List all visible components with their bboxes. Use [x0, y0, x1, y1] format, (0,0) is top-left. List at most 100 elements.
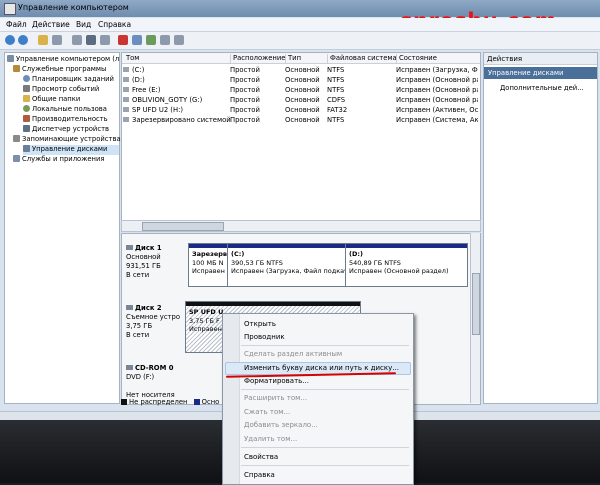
cdrom-icon: [126, 365, 133, 370]
col-type[interactable]: Тип: [285, 54, 301, 63]
scroll-thumb[interactable]: [142, 222, 224, 231]
delete-icon[interactable]: [118, 35, 128, 45]
tree-disk-management[interactable]: Управление дисками: [23, 145, 119, 155]
context-menu: Открыть Проводник Сделать раздел активны…: [222, 313, 414, 485]
menu-shrink-volume: Сжать том...: [244, 408, 291, 416]
volume-row[interactable]: OBLIVION_GOTY (G:) Простой Основной CDFS Исп…: [122, 95, 480, 105]
volume-cell: (D:): [132, 76, 145, 84]
col-layout[interactable]: Расположение: [230, 54, 285, 63]
scroll-thumb[interactable]: [472, 273, 480, 335]
tree-services-apps[interactable]: Службы и приложения: [13, 155, 127, 165]
menu-help[interactable]: Справка: [98, 20, 131, 29]
legend: Не распределен Осно: [121, 398, 231, 408]
menu-open[interactable]: Открыть: [244, 320, 276, 328]
actions-header: Действия: [484, 53, 597, 65]
col-filesystem[interactable]: Файловая система: [327, 54, 397, 63]
partition-reserved[interactable]: Зарезерв 100 МБ N Исправен: [188, 243, 228, 287]
tree-performance[interactable]: Производительность: [23, 115, 137, 125]
volume-cell: Исправен (Основной раздел: [396, 76, 478, 84]
volume-cell: SP UFD U2 (H:): [132, 106, 184, 114]
volume-hscrollbar[interactable]: [121, 220, 481, 232]
menu-format[interactable]: Форматировать...: [244, 377, 309, 385]
tree-root[interactable]: Управление компьютером (л: [7, 55, 121, 65]
console-tree-icon[interactable]: [52, 35, 62, 45]
tree-device-manager[interactable]: Диспетчер устройств: [23, 125, 137, 135]
tree-system-tools[interactable]: Служебные программы: [13, 65, 127, 75]
partition-d[interactable]: (D:) 540,89 ГБ NTFS Исправен (Основной раз…: [345, 243, 468, 287]
volume-cell: Исправен (Основной раздел: [396, 86, 478, 94]
tree-event-viewer[interactable]: Просмотр событий: [23, 85, 137, 95]
new-icon[interactable]: [132, 35, 142, 45]
tree-shared-folders[interactable]: Общие папки: [23, 95, 137, 105]
menu-change-drive-letter[interactable]: Изменить букву диска или путь к диску...: [244, 364, 399, 372]
volume-cell: NTFS: [327, 66, 345, 74]
volume-row[interactable]: Зарезервировано системой Простой Основной N…: [122, 115, 480, 125]
volume-row[interactable]: Free (E:) Простой Основной NTFS Исправен (Ос…: [122, 85, 480, 95]
col-status[interactable]: Состояние: [396, 54, 437, 63]
menu-action[interactable]: Действие: [32, 20, 70, 29]
toolbar: [0, 32, 600, 50]
partition-c[interactable]: (C:) 390,53 ГБ NTFS Исправен (Загрузка, Фа…: [227, 243, 346, 287]
volume-cell: Основной: [285, 76, 320, 84]
actions-section-disk-management[interactable]: Управление дисками: [484, 67, 597, 79]
volume-icon: [123, 117, 129, 122]
view-icon[interactable]: [100, 35, 110, 45]
volume-cell: Основной: [285, 86, 320, 94]
properties-icon[interactable]: [72, 35, 82, 45]
disk-1-label[interactable]: Диск 1 Основной 931,51 ГБ В сети: [126, 244, 162, 280]
volume-cell: (C:): [132, 66, 145, 74]
legend-unallocated-swatch: [121, 399, 127, 405]
volume-icon: [123, 107, 129, 112]
folder-icon: [23, 95, 30, 102]
volume-cell: Простой: [230, 76, 260, 84]
volume-row[interactable]: (C:) Простой Основной NTFS Исправен (Загрузк…: [122, 65, 480, 75]
menu-properties[interactable]: Свойства: [244, 453, 278, 461]
tools-icon: [13, 65, 20, 72]
volume-cell: NTFS: [327, 116, 345, 124]
more-actions-link[interactable]: Дополнительные дей...: [500, 84, 584, 92]
col-volume[interactable]: Том: [124, 54, 139, 63]
volume-cell: Основной: [285, 116, 320, 124]
menu-separator: [241, 465, 409, 466]
volume-cell: Простой: [230, 116, 260, 124]
menu-explorer[interactable]: Проводник: [244, 333, 285, 341]
menu-separator: [241, 447, 409, 448]
volume-cell: Исправен (Активен, Основн: [396, 106, 478, 114]
legend-primary-swatch: [193, 399, 200, 405]
volume-cell: Простой: [230, 106, 260, 114]
menu-file[interactable]: Файл: [6, 20, 27, 29]
volume-cell: Простой: [230, 96, 260, 104]
volume-list: Том Расположение Тип Файловая система Со…: [121, 52, 481, 222]
volume-cell: Основной: [285, 96, 320, 104]
settings-icon[interactable]: [174, 35, 184, 45]
tree-task-scheduler[interactable]: Планировщик заданий: [23, 75, 137, 85]
volume-icon: [123, 77, 129, 82]
tree-local-users[interactable]: Локальные пользова: [23, 105, 137, 115]
device-icon: [23, 125, 30, 132]
check-icon[interactable]: [146, 35, 156, 45]
menu-separator: [241, 345, 409, 346]
menu-view[interactable]: Вид: [76, 20, 91, 29]
volume-row[interactable]: (D:) Простой Основной NTFS Исправен (Основно…: [122, 75, 480, 85]
cdrom-label[interactable]: CD-ROM 0 DVD (F:) Нет носителя: [126, 364, 175, 400]
volume-cell: CDFS: [327, 96, 346, 104]
tree-storage[interactable]: Запоминающие устройства: [13, 135, 127, 145]
volume-icon: [123, 97, 129, 102]
up-folder-icon[interactable]: [38, 35, 48, 45]
volume-cell: Зарезервировано системой: [132, 116, 231, 124]
volume-row[interactable]: SP UFD U2 (H:) Простой Основной FAT32 Исправ…: [122, 105, 480, 115]
back-icon[interactable]: [5, 35, 15, 45]
volume-cell: Основной: [285, 66, 320, 74]
menu-add-mirror: Добавить зеркало...: [244, 421, 318, 429]
menu-mark-active: Сделать раздел активным: [244, 350, 343, 358]
forward-icon[interactable]: [18, 35, 28, 45]
disk-2-label[interactable]: Диск 2 Съемное устро 3,75 ГБ В сети: [126, 304, 180, 340]
removable-disk-icon: [126, 305, 133, 310]
help-icon[interactable]: [86, 35, 96, 45]
volume-icon: [123, 67, 129, 72]
menu-help[interactable]: Справка: [244, 471, 275, 479]
disk-vscrollbar[interactable]: [470, 233, 480, 403]
clock-icon: [23, 75, 30, 82]
search-icon[interactable]: [160, 35, 170, 45]
disk-icon: [126, 245, 133, 250]
